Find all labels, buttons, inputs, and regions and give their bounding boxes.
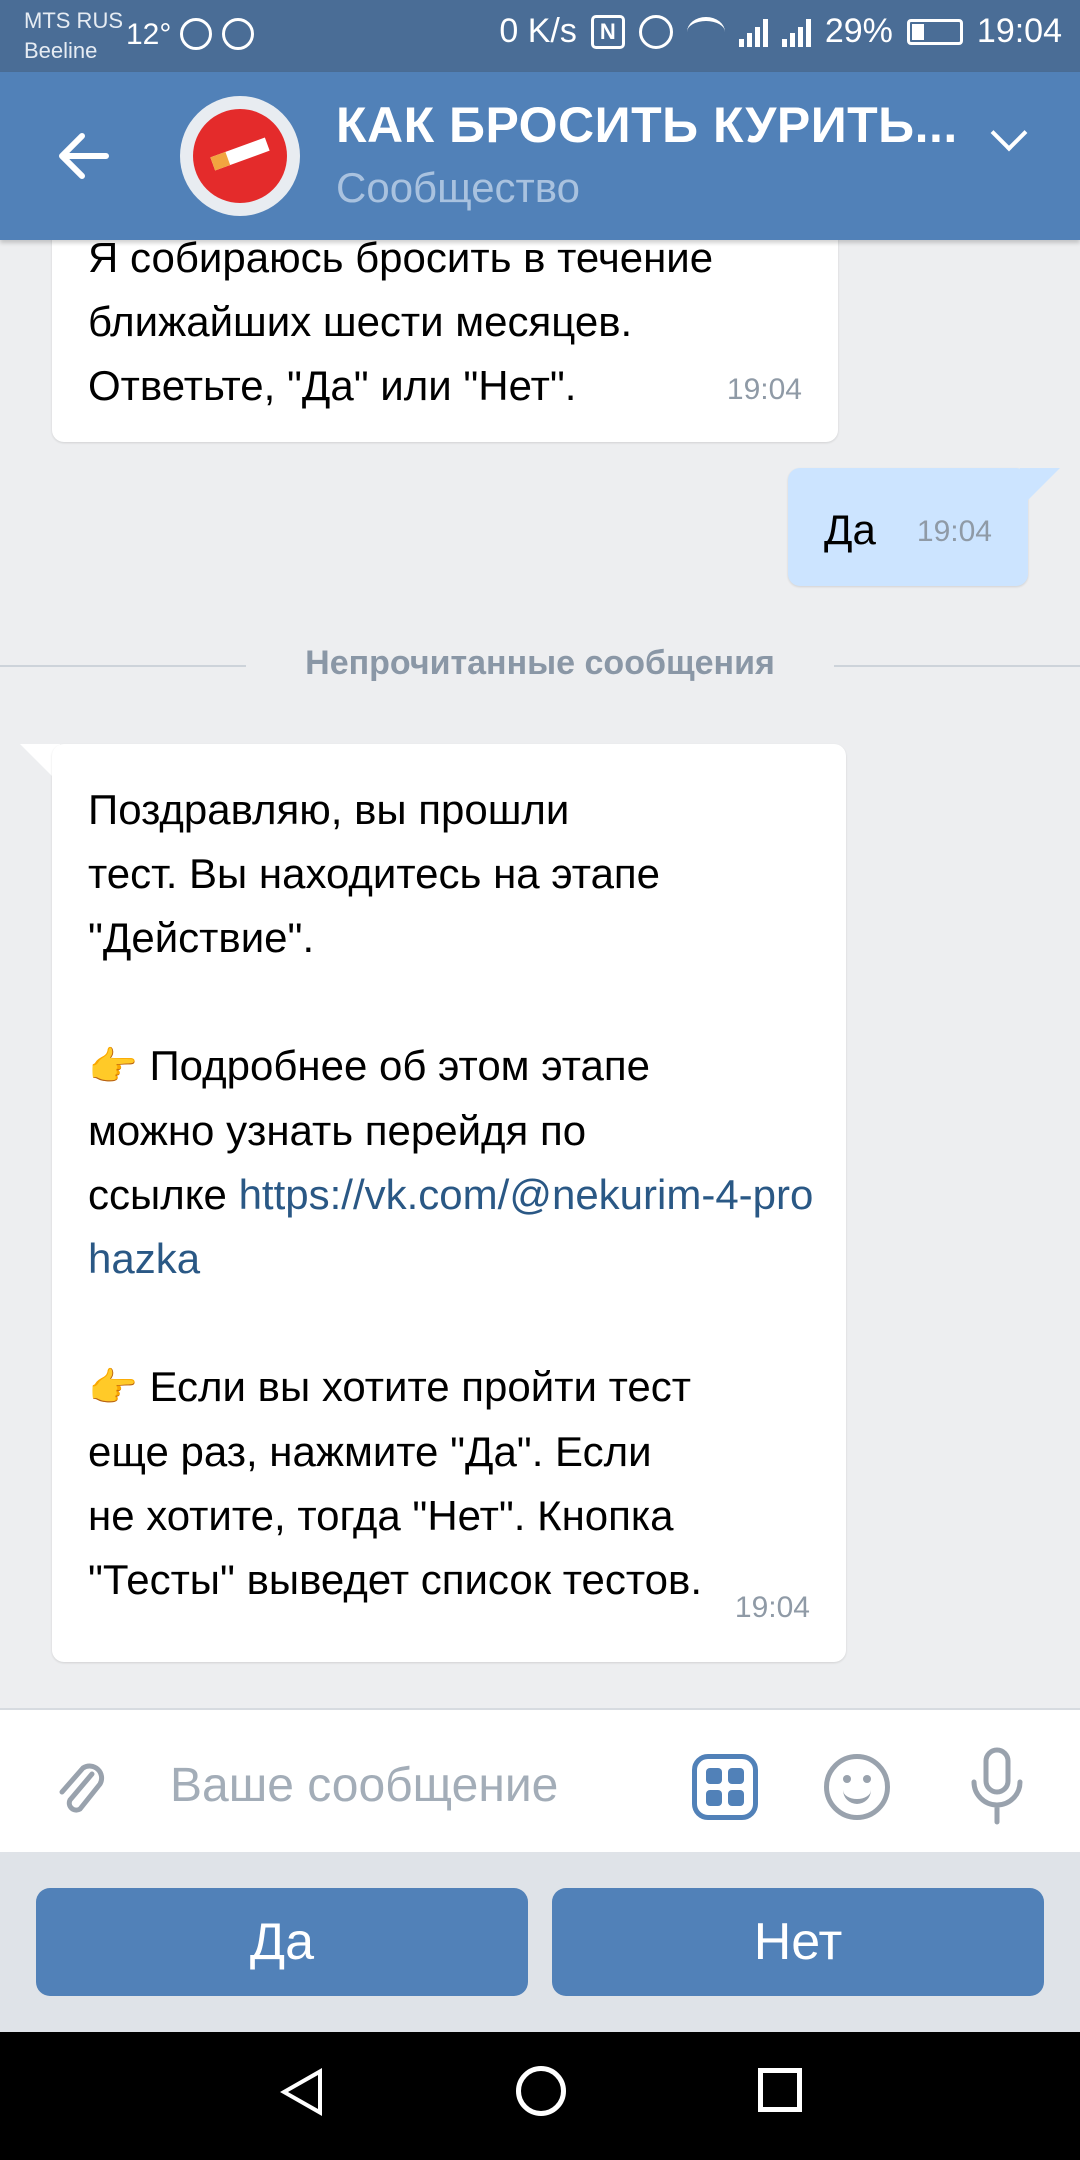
message-text: Да: [824, 506, 876, 553]
nav-back-icon[interactable]: [280, 2068, 322, 2116]
chevron-down-icon[interactable]: [990, 114, 1028, 152]
yes-button[interactable]: Да: [36, 1888, 528, 1996]
message-time: 19:04: [726, 373, 802, 406]
clock: 19:04: [976, 12, 1062, 50]
navigation-bar: [0, 2032, 1080, 2160]
alarm-icon: [638, 14, 673, 49]
message-time: 19:04: [734, 1591, 810, 1624]
message-paragraph-1: Поздравляю, вы прошли тест. Вы находитес…: [88, 786, 661, 961]
network-speed: 0 K/s: [499, 12, 577, 50]
battery-percent: 29%: [824, 12, 893, 50]
carrier-names: MTS RUS Beeline: [24, 6, 123, 66]
nav-home-icon[interactable]: [516, 2066, 566, 2116]
message-composer: Ваше сообщение: [0, 1708, 1080, 1854]
nfc-icon: N: [590, 14, 625, 49]
unread-label: Непрочитанные сообщения: [305, 644, 775, 682]
bot-keyboard: Да Нет: [0, 1852, 1080, 2032]
bubble-tail: [1020, 468, 1060, 508]
whatsapp-icon: [180, 18, 212, 50]
chat-title[interactable]: КАК БРОСИТЬ КУРИТЬ...: [336, 96, 958, 154]
bot-keyboard-icon[interactable]: [692, 1754, 758, 1820]
carrier-2: Beeline: [24, 38, 98, 63]
pointing-hand-icon: 👉: [88, 1366, 138, 1410]
chat-header: КАК БРОСИТЬ КУРИТЬ... Сообщество: [0, 72, 1080, 240]
signal-icon-1: [738, 17, 768, 47]
message-paragraph-3: Если вы хотите пройти тест еще раз, нажм…: [88, 1363, 703, 1603]
paperclip-icon[interactable]: [52, 1756, 106, 1820]
message-time: 19:04: [916, 515, 992, 548]
chat-subtitle: Сообщество: [336, 164, 580, 211]
no-button[interactable]: Нет: [552, 1888, 1044, 1996]
message-input[interactable]: Ваше сообщение: [170, 1758, 558, 1813]
carrier-1: MTS RUS: [24, 8, 123, 33]
emoji-icon[interactable]: [824, 1754, 890, 1820]
temperature: 12°: [126, 18, 172, 51]
signal-icon-2: [781, 17, 811, 47]
wifi-icon: [686, 16, 725, 47]
back-arrow-icon[interactable]: [52, 124, 116, 188]
message-text: Я собираюсь бросить в течение ближайших …: [88, 234, 714, 409]
status-bar: MTS RUS Beeline 12° 0 K/s N 29% 19:04: [0, 0, 1080, 72]
microphone-icon[interactable]: [962, 1746, 1032, 1826]
pointing-hand-icon: 👉: [88, 1045, 138, 1089]
message-incoming[interactable]: Поздравляю, вы прошли тест. Вы находитес…: [52, 744, 846, 1662]
community-avatar[interactable]: [180, 96, 300, 216]
message-text: Поздравляю, вы прошли тест. Вы находитес…: [88, 778, 830, 1612]
no-smoking-icon: [193, 109, 287, 203]
battery-icon: [906, 18, 963, 45]
nav-recents-icon[interactable]: [758, 2068, 802, 2112]
unread-divider: Непрочитанные сообщения: [0, 640, 1080, 690]
message-outgoing[interactable]: Да 19:04: [788, 468, 1028, 586]
sync-icon: [222, 18, 254, 50]
